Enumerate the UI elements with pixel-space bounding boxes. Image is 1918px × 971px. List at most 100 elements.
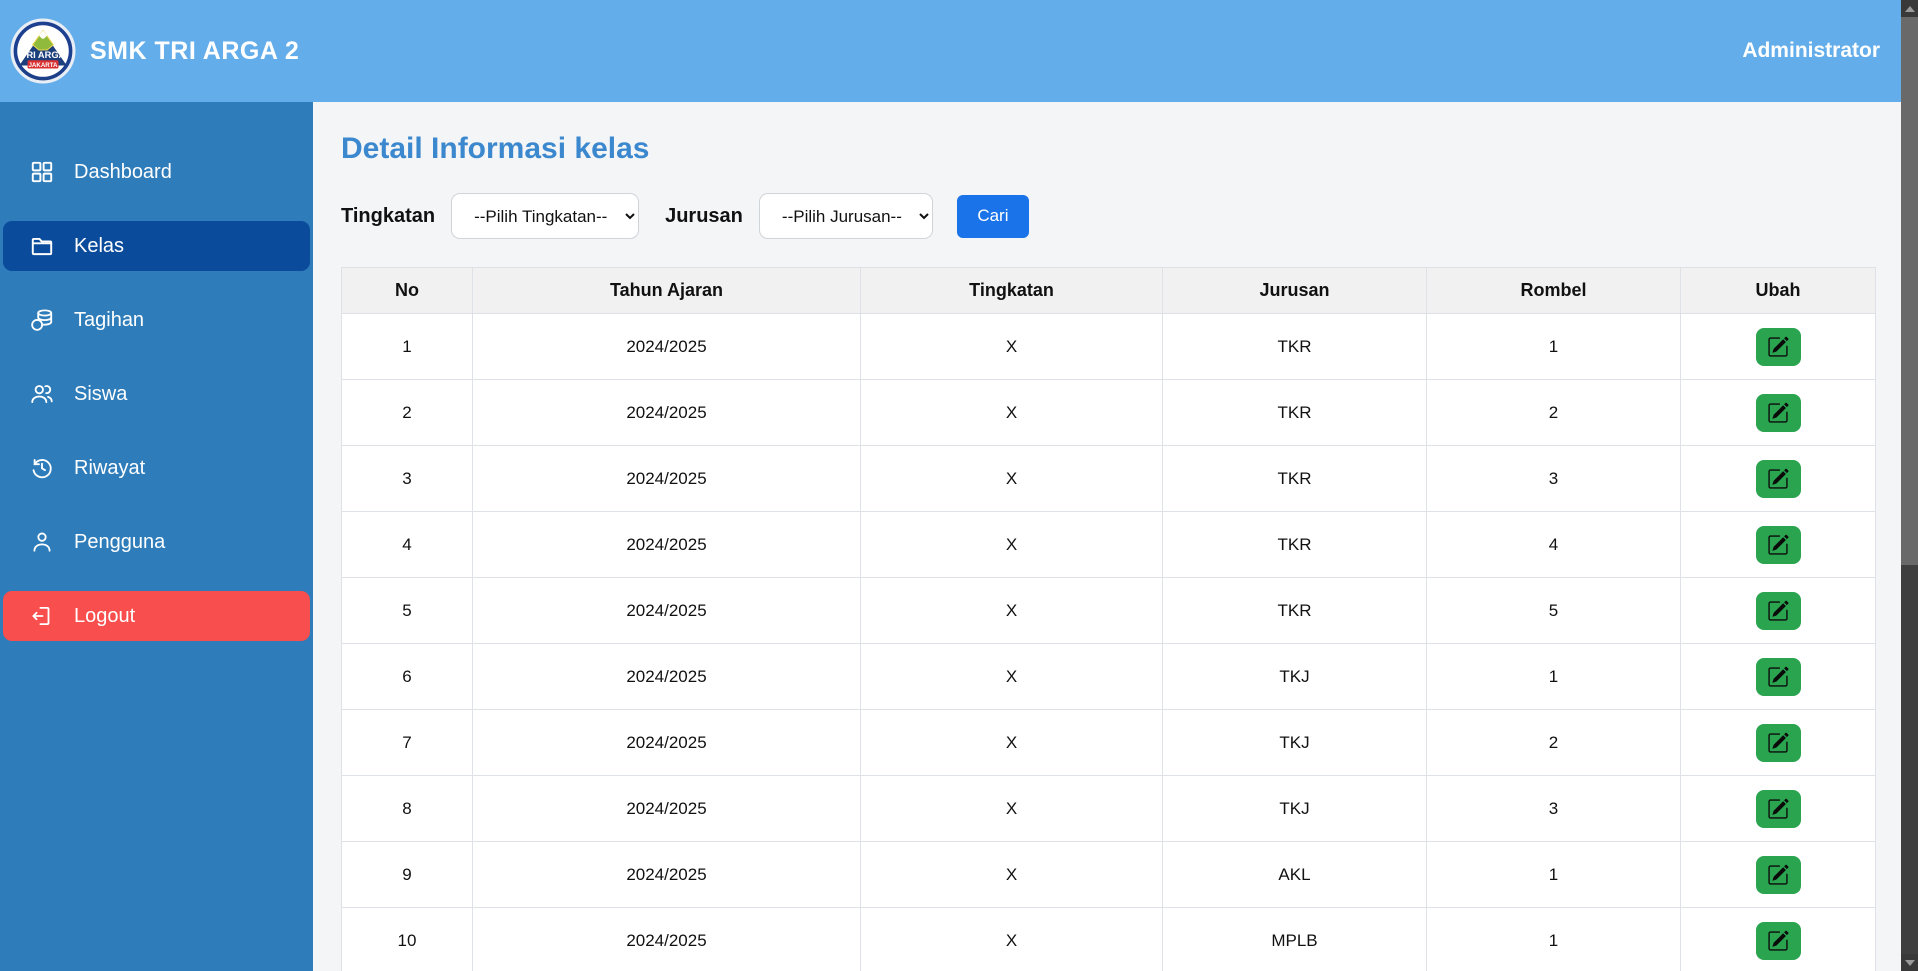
table-cell: TKJ	[1162, 775, 1427, 842]
history-icon	[32, 458, 52, 479]
table-cell: 2024/2025	[472, 379, 861, 446]
table-cell: 2024/2025	[472, 841, 861, 908]
table-row: 9 2024/2025 X AKL 1	[341, 841, 1876, 908]
sidebar-item-label: Tagihan	[74, 308, 145, 331]
edit-row-button[interactable]	[1755, 789, 1801, 828]
table-cell: 1	[1426, 643, 1681, 710]
edit-row-button[interactable]	[1755, 327, 1801, 366]
edit-row-button[interactable]	[1755, 921, 1801, 960]
table-cell-action	[1680, 907, 1876, 971]
table-cell: 2	[1426, 709, 1681, 776]
table-cell: 4	[1426, 511, 1681, 578]
sidebar-item-siswa[interactable]: Siswa	[3, 369, 310, 419]
grid-icon	[31, 161, 53, 183]
table-cell: 2024/2025	[472, 907, 861, 971]
sidebar-item-pengguna[interactable]: Pengguna	[3, 517, 310, 567]
table-cell: 8	[341, 775, 473, 842]
table-cell: X	[860, 643, 1163, 710]
kelas-table: No Tahun Ajaran Tingkatan Jurusan Rombel…	[341, 267, 1876, 971]
edit-pencil-icon	[1768, 600, 1789, 621]
table-cell: AKL	[1162, 841, 1427, 908]
sidebar-item-label: Dashboard	[74, 160, 172, 183]
table-cell: 4	[341, 511, 473, 578]
svg-text:JAKARTA: JAKARTA	[28, 62, 58, 69]
table-cell: X	[860, 379, 1163, 446]
sidebar-item-label: Pengguna	[74, 530, 166, 553]
user-icon	[33, 532, 51, 552]
top-navbar: TRI ARGA JAKARTA SMK TRI ARGA 2 Administ…	[0, 0, 1901, 102]
sidebar-item-label: Kelas	[74, 234, 125, 257]
sidebar-item-dashboard[interactable]: Dashboard	[3, 147, 310, 197]
table-cell-action	[1680, 511, 1876, 578]
sidebar-item-label: Riwayat	[74, 456, 146, 479]
table-cell: X	[860, 709, 1163, 776]
table-cell: X	[860, 577, 1163, 644]
vertical-scrollbar[interactable]	[1901, 0, 1918, 971]
table-cell-action	[1680, 709, 1876, 776]
table-cell: TKJ	[1162, 709, 1427, 776]
col-header-rombel: Rombel	[1426, 267, 1681, 314]
table-cell: 3	[341, 445, 473, 512]
edit-pencil-icon	[1768, 534, 1789, 555]
table-cell-action	[1680, 643, 1876, 710]
table-cell: 2024/2025	[472, 775, 861, 842]
scrollbar-thumb[interactable]	[1901, 17, 1918, 565]
table-cell-action	[1680, 775, 1876, 842]
search-button[interactable]: Cari	[956, 194, 1029, 238]
table-cell: 9	[341, 841, 473, 908]
svg-text:TRI ARGA: TRI ARGA	[21, 50, 66, 60]
edit-row-button[interactable]	[1755, 393, 1801, 432]
scroll-down-button[interactable]	[1901, 954, 1918, 971]
table-cell: 6	[341, 643, 473, 710]
users-icon	[31, 385, 53, 404]
table-cell-action	[1680, 379, 1876, 446]
col-header-tahun-ajaran: Tahun Ajaran	[472, 267, 861, 314]
edit-row-button[interactable]	[1755, 657, 1801, 696]
scroll-up-button[interactable]	[1901, 0, 1918, 17]
sidebar-item-riwayat[interactable]: Riwayat	[3, 443, 310, 493]
table-cell: 2024/2025	[472, 643, 861, 710]
edit-row-button[interactable]	[1755, 525, 1801, 564]
table-row: 3 2024/2025 X TKR 3	[341, 445, 1876, 512]
table-cell: 3	[1426, 445, 1681, 512]
table-cell: TKR	[1162, 445, 1427, 512]
table-cell: TKR	[1162, 511, 1427, 578]
table-cell: 2	[1426, 379, 1681, 446]
col-header-tingkatan: Tingkatan	[860, 267, 1163, 314]
sidebar-item-label: Siswa	[74, 382, 128, 405]
table-cell: MPLB	[1162, 907, 1427, 971]
col-header-no: No	[341, 267, 473, 314]
edit-row-button[interactable]	[1755, 459, 1801, 498]
table-cell: 10	[341, 907, 473, 971]
table-cell: 3	[1426, 775, 1681, 842]
table-row: 5 2024/2025 X TKR 5	[341, 577, 1876, 644]
arrow-up-icon	[1904, 5, 1915, 12]
logout-icon	[32, 606, 50, 626]
app-root: TRI ARGA JAKARTA SMK TRI ARGA 2 Administ…	[0, 0, 1918, 971]
sidebar-item-tagihan[interactable]: Tagihan	[3, 295, 310, 345]
edit-row-button[interactable]	[1755, 855, 1801, 894]
edit-row-button[interactable]	[1755, 591, 1801, 630]
table-cell: TKR	[1162, 313, 1427, 380]
table-cell: 2	[341, 379, 473, 446]
table-cell: 2024/2025	[472, 511, 861, 578]
sidebar-item-kelas[interactable]: Kelas	[3, 221, 310, 271]
col-header-jurusan: Jurusan	[1162, 267, 1427, 314]
table-cell: TKR	[1162, 577, 1427, 644]
table-cell-action	[1680, 577, 1876, 644]
logged-in-user[interactable]: Administrator	[1742, 39, 1880, 63]
table-row: 6 2024/2025 X TKJ 1	[341, 643, 1876, 710]
jurusan-select[interactable]: --Pilih Jurusan--	[758, 193, 933, 239]
app-title: SMK TRI ARGA 2	[90, 36, 300, 65]
tingkatan-select[interactable]: --Pilih Tingkatan--	[451, 193, 640, 239]
page-title: Detail Informasi kelas	[341, 132, 650, 165]
table-cell-action	[1680, 445, 1876, 512]
table-cell: 1	[1426, 907, 1681, 971]
school-logo-icon: TRI ARGA JAKARTA	[10, 18, 76, 84]
edit-row-button[interactable]	[1755, 723, 1801, 762]
sidebar-item-logout[interactable]: Logout	[3, 591, 310, 641]
main-content: Detail Informasi kelas Tingkatan --Pilih…	[313, 102, 1901, 971]
table-row: 8 2024/2025 X TKJ 3	[341, 775, 1876, 842]
coins-icon	[31, 309, 53, 331]
edit-pencil-icon	[1768, 864, 1789, 885]
